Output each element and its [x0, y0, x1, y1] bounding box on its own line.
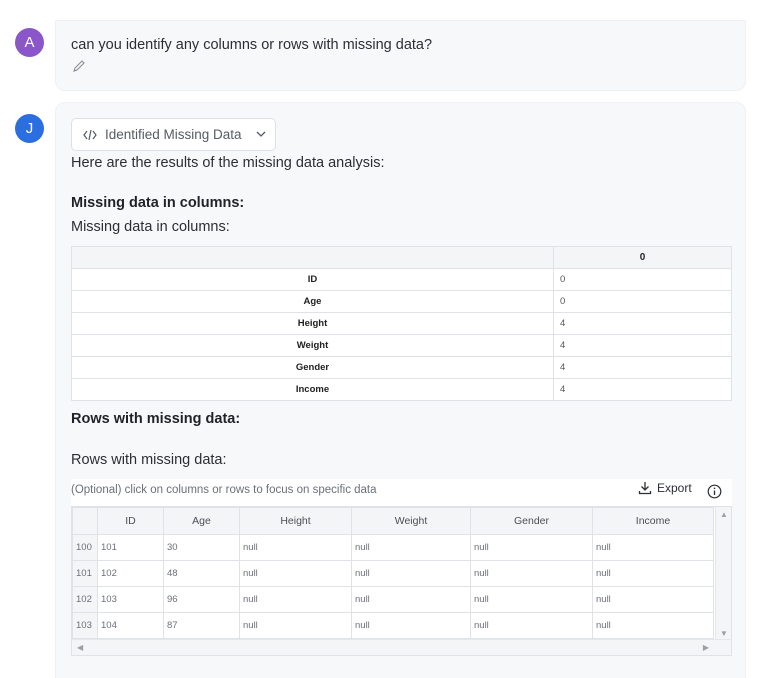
table-row: Income 4 [71, 378, 732, 401]
grid-cell[interactable]: null [592, 586, 714, 613]
grid-column-header[interactable]: Age [163, 507, 240, 535]
download-icon [638, 482, 652, 495]
rows-table: ID Age Height Weight Gender Income 100 1… [72, 507, 714, 639]
grid-cell[interactable]: 102 [97, 560, 164, 587]
grid-cell[interactable]: null [351, 534, 471, 561]
user-message-text: can you identify any columns or rows wit… [71, 37, 433, 53]
grid-cell[interactable]: null [351, 560, 471, 587]
row-label: Income [71, 378, 554, 401]
row-value: 0 [553, 290, 732, 313]
row-label: ID [71, 268, 554, 291]
grid-cell[interactable]: 101 [97, 534, 164, 561]
section-heading-rows: Rows with missing data: [71, 411, 241, 427]
table-row: Age 0 [71, 290, 732, 313]
section-text-columns: Missing data in columns: [71, 219, 230, 235]
grid-cell[interactable]: null [239, 560, 352, 587]
grid-cell[interactable]: null [470, 560, 593, 587]
missing-rows-grid[interactable]: ID Age Height Weight Gender Income 100 1… [71, 506, 732, 656]
row-index[interactable]: 100 [72, 534, 98, 561]
grid-cell[interactable]: null [470, 534, 593, 561]
row-label: Weight [71, 334, 554, 357]
row-value: 4 [553, 378, 732, 401]
assistant-message-bubble: Identified Missing Data Here are the res… [55, 102, 746, 678]
code-toggle-label: Identified Missing Data [105, 127, 242, 142]
table-corner-header [71, 246, 554, 269]
grid-cell[interactable]: 87 [163, 612, 240, 639]
row-index[interactable]: 103 [72, 612, 98, 639]
grid-column-header[interactable]: Height [239, 507, 352, 535]
chat-page: A can you identify any columns or rows w… [0, 0, 765, 678]
missing-columns-table: 0 ID 0 Age 0 Height 4 Weight 4 Gender 4 Incom… [71, 246, 732, 401]
row-label: Height [71, 312, 554, 335]
info-icon[interactable] [707, 484, 722, 499]
grid-column-header[interactable]: ID [97, 507, 164, 535]
grid-cell[interactable]: null [592, 560, 714, 587]
table-column-header: 0 [553, 246, 732, 269]
code-toggle-button[interactable]: Identified Missing Data [71, 118, 276, 151]
intro-text: Here are the results of the missing data… [71, 155, 385, 171]
grid-hint: (Optional) click on columns or rows to f… [71, 484, 377, 496]
section-text-rows: Rows with missing data: [71, 452, 227, 468]
grid-cell[interactable]: null [351, 586, 471, 613]
row-value: 0 [553, 268, 732, 291]
row-label: Gender [71, 356, 554, 379]
grid-column-header[interactable]: Weight [351, 507, 471, 535]
grid-column-header[interactable]: Gender [470, 507, 593, 535]
grid-cell[interactable]: null [470, 586, 593, 613]
grid-row[interactable]: 100 101 30 null null null null [72, 534, 714, 561]
grid-cell[interactable]: 96 [163, 586, 240, 613]
scroll-up-icon[interactable]: ▲ [720, 510, 728, 519]
scroll-right-icon[interactable]: ▶ [703, 643, 709, 652]
table-row: Height 4 [71, 312, 732, 335]
grid-cell[interactable]: null [351, 612, 471, 639]
grid-row[interactable]: 103 104 87 null null null null [72, 612, 714, 639]
grid-column-header[interactable]: Income [592, 507, 714, 535]
row-index[interactable]: 102 [72, 586, 98, 613]
grid-cell[interactable]: 103 [97, 586, 164, 613]
grid-cell[interactable]: 48 [163, 560, 240, 587]
pencil-icon[interactable] [71, 58, 87, 74]
scroll-down-icon[interactable]: ▼ [720, 629, 728, 638]
grid-cell[interactable]: null [239, 534, 352, 561]
table-row: ID 0 [71, 268, 732, 291]
chevron-down-icon [256, 131, 266, 137]
grid-row[interactable]: 102 103 96 null null null null [72, 586, 714, 613]
section-heading-columns: Missing data in columns: [71, 195, 245, 211]
code-icon [83, 129, 97, 140]
grid-cell[interactable]: null [592, 534, 714, 561]
grid-corner-header [72, 507, 98, 535]
grid-row[interactable]: 101 102 48 null null null null [72, 560, 714, 587]
user-avatar: A [15, 28, 44, 57]
user-message-bubble: can you identify any columns or rows wit… [55, 20, 746, 91]
grid-cell[interactable]: null [592, 612, 714, 639]
row-value: 4 [553, 312, 732, 335]
export-button[interactable]: Export [638, 481, 692, 495]
table-row: Weight 4 [71, 334, 732, 357]
scroll-left-icon[interactable]: ◀ [77, 643, 83, 652]
table-row: Gender 4 [71, 356, 732, 379]
grid-cell[interactable]: null [239, 586, 352, 613]
assistant-avatar: J [15, 114, 44, 143]
row-index[interactable]: 101 [72, 560, 98, 587]
grid-cell[interactable]: null [239, 612, 352, 639]
row-value: 4 [553, 356, 732, 379]
row-value: 4 [553, 334, 732, 357]
grid-cell[interactable]: 30 [163, 534, 240, 561]
vertical-scrollbar[interactable]: ▲ ▼ [715, 507, 731, 641]
grid-cell[interactable]: null [470, 612, 593, 639]
export-label: Export [657, 481, 692, 495]
grid-cell[interactable]: 104 [97, 612, 164, 639]
row-label: Age [71, 290, 554, 313]
horizontal-scrollbar[interactable]: ◀ ▶ [72, 639, 731, 655]
